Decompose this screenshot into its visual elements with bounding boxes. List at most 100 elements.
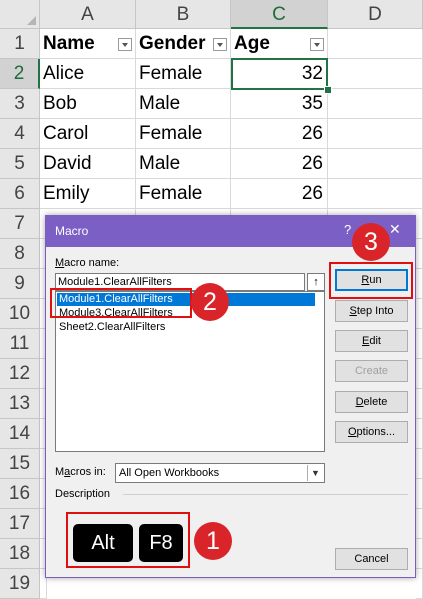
macros-in-label-pre: M <box>55 466 65 478</box>
filter-dropdown-icon[interactable] <box>118 38 132 51</box>
delete-label: elete <box>363 396 388 408</box>
macro-list-item[interactable]: Sheet2.ClearAllFilters <box>57 321 165 334</box>
cell-c5[interactable]: 26 <box>231 149 328 179</box>
cell-c6[interactable]: 26 <box>231 179 328 209</box>
cancel-button[interactable]: Cancel <box>335 548 408 570</box>
description-label: Description <box>55 488 111 500</box>
cell-d19[interactable] <box>416 569 423 599</box>
cell-d4[interactable] <box>328 119 423 149</box>
header-name-label: Name <box>43 33 95 54</box>
cell-d10[interactable] <box>416 299 423 329</box>
cell-d9[interactable] <box>416 269 423 299</box>
active-cell-border <box>231 58 328 90</box>
step-into-button[interactable]: Step Into <box>335 300 408 322</box>
row-header-11[interactable]: 11 <box>0 329 40 359</box>
cell-d6[interactable] <box>328 179 423 209</box>
macro-name-label-text: acro name: <box>64 257 120 269</box>
cell-b4[interactable]: Female <box>136 119 231 149</box>
row-header-19[interactable]: 19 <box>0 569 40 599</box>
macro-highlight-box <box>50 288 192 318</box>
row-header-8[interactable]: 8 <box>0 239 40 269</box>
row-header-13[interactable]: 13 <box>0 389 40 419</box>
step-badge-2: 2 <box>191 283 229 321</box>
header-gender-label: Gender <box>139 33 206 54</box>
row-header-12[interactable]: 12 <box>0 359 40 389</box>
cell-a6[interactable]: Emily <box>40 179 136 209</box>
row-header-5[interactable]: 5 <box>0 149 40 179</box>
chevron-down-icon[interactable]: ▼ <box>307 465 323 481</box>
delete-mnemonic: D <box>355 396 364 408</box>
cell-d3[interactable] <box>328 89 423 119</box>
cell-b5[interactable]: Male <box>136 149 231 179</box>
refedit-up-arrow-icon[interactable]: ↑ <box>307 273 325 291</box>
close-icon[interactable]: ✕ <box>389 221 401 238</box>
cell-d5[interactable] <box>328 149 423 179</box>
macros-in-select[interactable]: All Open Workbooks ▼ <box>115 463 325 483</box>
header-cell-gender[interactable]: Gender <box>136 29 231 59</box>
cell-a4[interactable]: Carol <box>40 119 136 149</box>
cell-d11[interactable] <box>416 329 423 359</box>
row-header-10[interactable]: 10 <box>0 299 40 329</box>
column-header-d[interactable]: D <box>328 0 423 29</box>
delete-button[interactable]: Delete <box>335 391 408 413</box>
row-header-9[interactable]: 9 <box>0 269 40 299</box>
cell-d8[interactable] <box>416 239 423 269</box>
header-age-label: Age <box>234 33 270 54</box>
shortcut-highlight-box <box>66 512 190 568</box>
cell-d12[interactable] <box>416 359 423 389</box>
cell-d1[interactable] <box>328 29 423 59</box>
cell-d13[interactable] <box>416 389 423 419</box>
dialog-title: Macro <box>55 224 89 238</box>
fill-handle[interactable] <box>324 86 332 94</box>
cell-d16[interactable] <box>416 479 423 509</box>
header-cell-age[interactable]: Age <box>231 29 328 59</box>
step-badge-1: 1 <box>194 522 232 560</box>
cell-d15[interactable] <box>416 449 423 479</box>
row-header-3[interactable]: 3 <box>0 89 40 119</box>
cell-a5[interactable]: David <box>40 149 136 179</box>
cell-a3[interactable]: Bob <box>40 89 136 119</box>
macros-in-label: Macros in: <box>55 466 106 478</box>
cell-b6[interactable]: Female <box>136 179 231 209</box>
row-header-14[interactable]: 14 <box>0 419 40 449</box>
edit-label: dit <box>369 335 381 347</box>
edit-button[interactable]: Edit <box>335 330 408 352</box>
row-header-2[interactable]: 2 <box>0 59 40 89</box>
step-badge-3: 3 <box>352 223 390 261</box>
row-header-4[interactable]: 4 <box>0 119 40 149</box>
cell-d2[interactable] <box>328 59 423 89</box>
filter-dropdown-icon[interactable] <box>310 38 324 51</box>
cell-b2[interactable]: Female <box>136 59 231 89</box>
header-cell-name[interactable]: Name <box>40 29 136 59</box>
cell-c3[interactable]: 35 <box>231 89 328 119</box>
macro-name-label-mnemonic: M <box>55 257 65 269</box>
row-header-18[interactable]: 18 <box>0 539 40 569</box>
row-header-17[interactable]: 17 <box>0 509 40 539</box>
cell-c4[interactable]: 26 <box>231 119 328 149</box>
cell-b3[interactable]: Male <box>136 89 231 119</box>
filter-dropdown-icon[interactable] <box>213 38 227 51</box>
column-header-c[interactable]: C <box>231 0 328 29</box>
options-label: ptions... <box>356 426 396 438</box>
cell-a2[interactable]: Alice <box>40 59 136 89</box>
options-mnemonic: O <box>347 426 357 438</box>
row-header-16[interactable]: 16 <box>0 479 40 509</box>
cell-d17[interactable] <box>416 509 423 539</box>
options-button[interactable]: Options... <box>335 421 408 443</box>
row-header-1[interactable]: 1 <box>0 29 40 59</box>
run-highlight-box <box>329 262 413 299</box>
select-all-corner[interactable] <box>0 0 40 29</box>
row-header-7[interactable]: 7 <box>0 209 40 239</box>
cell-d14[interactable] <box>416 419 423 449</box>
description-divider <box>123 494 408 495</box>
macros-in-value: All Open Workbooks <box>119 467 220 479</box>
macros-in-label-text: cros in: <box>70 466 106 478</box>
step-into-label: tep Into <box>356 305 394 317</box>
cell-d18[interactable] <box>416 539 423 569</box>
column-header-b[interactable]: B <box>136 0 231 29</box>
row-header-6[interactable]: 6 <box>0 179 40 209</box>
column-header-a[interactable]: A <box>40 0 136 29</box>
help-icon[interactable]: ? <box>344 222 351 237</box>
row-header-15[interactable]: 15 <box>0 449 40 479</box>
create-button[interactable]: Create <box>335 360 408 382</box>
